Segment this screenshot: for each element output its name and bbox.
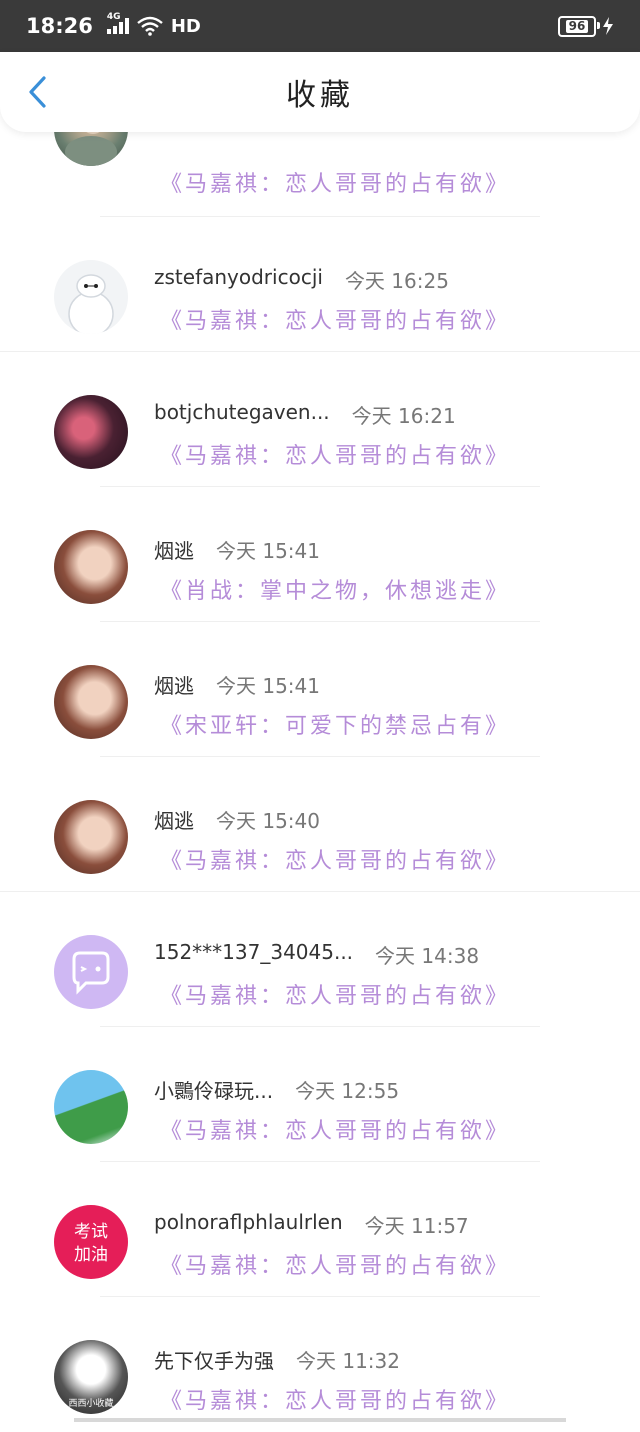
exam-bottom-text: 加油 (74, 1245, 108, 1265)
page-title: 收藏 (286, 78, 354, 113)
baymax-avatar-image (68, 274, 114, 334)
item-meta: 152***137_34045... 今天 14:38 (154, 940, 479, 969)
story-title[interactable]: 《马嘉祺：恋人哥哥的占有欲》 (160, 303, 510, 335)
story-title[interactable]: 《马嘉祺：恋人哥哥的占有欲》 (160, 1248, 510, 1280)
timestamp: 今天 16:21 (351, 404, 456, 428)
timestamp: 今天 11:32 (296, 1349, 400, 1373)
timestamp: 今天 12:55 (295, 1079, 400, 1103)
list-item[interactable]: zstefanyodricocji 今天 16:25 《马嘉祺：恋人哥哥的占有欲… (0, 217, 640, 352)
timestamp: 今天 15:40 (216, 809, 320, 833)
hd-indicator: HD (170, 15, 201, 37)
avatar[interactable] (54, 1070, 128, 1144)
username: 先下仅手为强 (154, 1349, 274, 1373)
item-meta: 烟逃 今天 15:40 (154, 805, 320, 834)
wifi-icon (137, 16, 163, 36)
timestamp: 今天 16:25 (344, 269, 449, 293)
status-right: 96 (558, 15, 614, 37)
list-item[interactable]: 烟逃 今天 15:40 《马嘉祺：恋人哥哥的占有欲》 (0, 757, 640, 892)
network-type: 4G (106, 12, 121, 22)
avatar[interactable] (54, 935, 128, 1009)
status-bar: 18:26 4G HD 96 (0, 0, 640, 52)
story-title[interactable]: 《肖战：掌中之物，休想逃走》 (160, 573, 510, 605)
charging-icon (603, 17, 613, 35)
list-item[interactable]: 烟逃 今天 15:41 《肖战：掌中之物，休想逃走》 (0, 487, 640, 622)
item-meta: zstefanyodricocji 今天 16:25 (154, 265, 449, 294)
avatar[interactable] (54, 395, 128, 469)
status-time: 18:26 (26, 14, 93, 38)
username: 烟逃 (154, 539, 194, 563)
avatar[interactable]: 西西小收藏 (54, 1340, 128, 1414)
username: zstefanyodricocji (154, 265, 323, 289)
story-title[interactable]: 《宋亚轩：可爱下的禁忌占有》 (160, 708, 510, 740)
battery-level: 96 (565, 19, 589, 33)
list-item[interactable]: 西西小收藏 先下仅手为强 今天 11:32 《马嘉祺：恋人哥哥的占有欲》 (0, 1297, 640, 1432)
chat-bubble-icon (72, 951, 110, 995)
story-title[interactable]: 《马嘉祺：恋人哥哥的占有欲》 (160, 1383, 510, 1415)
avatar[interactable] (54, 530, 128, 604)
timestamp: 今天 14:38 (375, 944, 480, 968)
avatar[interactable] (54, 665, 128, 739)
item-meta: 烟逃 今天 15:41 (154, 535, 320, 564)
story-title[interactable]: 《马嘉祺：恋人哥哥的占有欲》 (160, 438, 510, 470)
item-meta: botjchutegaven... 今天 16:21 (154, 400, 456, 429)
avatar[interactable]: 考试 加油 (54, 1205, 128, 1279)
cellular-signal-icon: 4G (106, 12, 129, 34)
avatar[interactable] (54, 260, 128, 334)
item-meta: polnoraflphlaulrlen 今天 11:57 (154, 1210, 469, 1239)
battery-icon: 96 (558, 15, 600, 37)
chevron-left-icon (29, 76, 46, 108)
exam-cheer-avatar-image: 考试 加油 (74, 1222, 108, 1265)
back-button[interactable] (20, 74, 54, 110)
status-left: 18:26 4G HD (26, 12, 201, 38)
list-item[interactable]: 烟逃 今天 15:41 《宋亚轩：可爱下的禁忌占有》 (0, 622, 640, 757)
timestamp: 今天 15:41 (216, 539, 320, 563)
avatar[interactable] (54, 800, 128, 874)
watermark-avatar-image: 西西小收藏 (68, 1397, 113, 1409)
item-meta: 先下仅手为强 今天 11:32 (154, 1345, 400, 1374)
list-item[interactable]: botjchutegaven... 今天 16:21 《马嘉祺：恋人哥哥的占有欲… (0, 352, 640, 487)
bottom-scroll-indicator (74, 1418, 566, 1422)
item-meta: 烟逃 今天 15:41 (154, 670, 320, 699)
username: polnoraflphlaulrlen (154, 1210, 343, 1234)
item-meta: 小䴉伶碌玩... 今天 12:55 (154, 1075, 399, 1104)
story-title[interactable]: 《马嘉祺：恋人哥哥的占有欲》 (160, 1113, 510, 1145)
list-item[interactable]: 152***137_34045... 今天 14:38 《马嘉祺：恋人哥哥的占有… (0, 892, 640, 1027)
username: botjchutegaven... (154, 400, 330, 424)
username: 小䴉伶碌玩... (154, 1079, 274, 1103)
list-item[interactable]: 考试 加油 polnoraflphlaulrlen 今天 11:57 《马嘉祺：… (0, 1162, 640, 1297)
story-title[interactable]: 《马嘉祺：恋人哥哥的占有欲》 (160, 843, 510, 875)
timestamp: 今天 11:57 (364, 1214, 469, 1238)
list-item[interactable]: 小䴉伶碌玩... 今天 12:55 《马嘉祺：恋人哥哥的占有欲》 (0, 1027, 640, 1162)
exam-top-text: 考试 (74, 1222, 108, 1242)
story-title[interactable]: 《马嘉祺：恋人哥哥的占有欲》 (160, 166, 510, 198)
timestamp: 今天 15:41 (216, 674, 320, 698)
username: 烟逃 (154, 809, 194, 833)
username: 烟逃 (154, 674, 194, 698)
story-title[interactable]: 《马嘉祺：恋人哥哥的占有欲》 (160, 978, 510, 1010)
header-bar: 收藏 (0, 52, 640, 132)
username: 152***137_34045... (154, 940, 354, 964)
watermark-text: 西西小收藏 (68, 1397, 113, 1409)
